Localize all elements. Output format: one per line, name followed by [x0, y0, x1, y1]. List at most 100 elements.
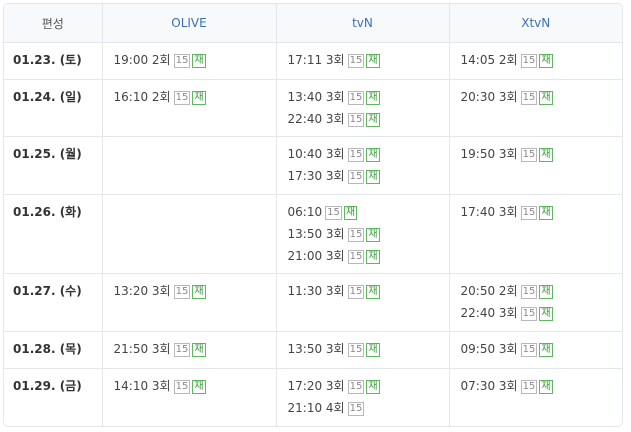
rerun-badge: 재 [366, 170, 380, 184]
row-date: 01.23. (토) [13, 53, 82, 67]
cell-tvn: 11:30 3회 15 재 [275, 273, 449, 332]
rerun-badge: 재 [192, 343, 206, 357]
rerun-badge: 재 [192, 380, 206, 394]
rerun-badge: 재 [539, 307, 553, 321]
air-time: 13:20 3회 [113, 284, 171, 298]
air-time: 16:10 2회 [113, 90, 171, 104]
age-rating-badge: 15 [347, 170, 365, 184]
cell-olive [101, 194, 276, 274]
air-time: 13:40 3회 [287, 90, 345, 104]
broadcast-schedule-table: 편성 OLIVE tvN XtvN 01.23. (토) 19:00 2회 15 재 1… [4, 4, 623, 426]
cell-xtvn: 14:05 2회 15 재 [448, 42, 622, 80]
air-time: 19:50 3회 [460, 147, 518, 161]
cell-olive: 21:50 3회 15 재 [101, 331, 276, 369]
rerun-badge: 재 [192, 54, 206, 68]
schedule-item: 22:40 3회 15 재 [461, 304, 623, 326]
schedule-item: 11:30 3회 15 재 [288, 282, 449, 304]
air-time: 21:00 3회 [287, 249, 345, 263]
air-time: 20:30 3회 [460, 90, 518, 104]
rerun-badge: 재 [539, 54, 553, 68]
rerun-badge: 재 [366, 91, 380, 105]
age-rating-badge: 15 [347, 113, 365, 127]
header-tvn: tvN [275, 4, 449, 43]
air-time: 19:00 2회 [113, 53, 171, 67]
rerun-badge: 재 [539, 343, 553, 357]
rerun-badge: 재 [192, 285, 206, 299]
cell-tvn: 17:11 3회 15 재 [275, 42, 449, 80]
schedule-item: 17:20 3회 15 재 [288, 377, 449, 399]
age-rating-badge: 15 [173, 54, 191, 68]
schedule-item: 20:50 2회 15 재 [461, 282, 623, 304]
cell-tvn: 13:40 3회 15 재 22:40 3회 15 재 [275, 79, 449, 137]
air-time: 21:50 3회 [113, 342, 171, 356]
schedule-item: 17:40 3회 15 재 [461, 203, 623, 225]
rerun-badge: 재 [366, 380, 380, 394]
cell-tvn: 13:50 3회 15 재 [275, 331, 449, 369]
age-rating-badge: 15 [347, 343, 365, 357]
air-time: 17:20 3회 [287, 379, 345, 393]
air-time: 11:30 3회 [287, 284, 345, 298]
table-header-row: 편성 OLIVE tvN XtvN [4, 4, 622, 43]
cell-xtvn: 07:30 3회 15 재 [448, 368, 622, 426]
cell-xtvn: 09:50 3회 15 재 [448, 331, 623, 369]
age-rating-badge: 15 [347, 285, 365, 299]
age-rating-badge: 15 [520, 307, 538, 321]
air-time: 13:50 3회 [287, 342, 345, 356]
schedule-table-container: 편성 OLIVE tvN XtvN 01.23. (토) 19:00 2회 15 재 1… [3, 3, 623, 427]
air-time: 22:40 3회 [287, 112, 345, 126]
rerun-badge: 재 [343, 206, 358, 220]
header-schedule: 편성 [4, 4, 102, 43]
air-time: 07:30 3회 [460, 379, 518, 393]
rerun-badge: 재 [366, 250, 380, 264]
air-time: 14:05 2회 [460, 53, 518, 67]
air-time: 06:10 [287, 205, 323, 219]
age-rating-badge: 15 [347, 54, 365, 68]
age-rating-badge: 15 [347, 402, 365, 416]
rerun-badge: 재 [192, 91, 206, 105]
age-rating-badge: 15 [520, 285, 538, 299]
age-rating-badge: 15 [347, 91, 365, 105]
air-time: 20:50 2회 [460, 284, 518, 298]
air-time: 17:40 3회 [460, 205, 518, 219]
rerun-badge: 재 [539, 91, 553, 105]
schedule-item: 17:11 3회 15 재 [288, 51, 449, 73]
age-rating-badge: 15 [173, 380, 191, 394]
cell-xtvn: 20:30 3회 15 재 [448, 79, 622, 137]
row-date: 01.28. (목) [4, 331, 102, 369]
schedule-item: 19:00 2회 15 재 [114, 51, 276, 73]
cell-xtvn: 17:40 3회 15 재 [448, 194, 623, 274]
age-rating-badge: 15 [173, 343, 191, 357]
table-row: 01.27. (수) 13:20 3회 15 재 11:30 3회 15 재 20:50 2회… [4, 273, 623, 332]
schedule-item: 09:50 3회 15 재 [461, 340, 623, 362]
schedule-item: 06:10 15 재 [288, 203, 449, 225]
cell-olive [101, 136, 276, 195]
air-time: 22:40 3회 [460, 306, 518, 320]
table-row: 01.28. (목) 21:50 3회 15 재 13:50 3회 15 재 09:50 3회… [4, 331, 623, 369]
cell-olive: 19:00 2회 15 재 [101, 42, 276, 80]
rerun-badge: 재 [539, 285, 553, 299]
age-rating-badge: 15 [173, 285, 191, 299]
rerun-badge: 재 [539, 206, 553, 220]
schedule-item: 16:10 2회 15 재 [114, 88, 276, 110]
table-row: 01.24. (일) 16:10 2회 15 재 13:40 3회 15 재 22:40 3회… [4, 79, 622, 137]
header-xtvn: XtvN [448, 4, 622, 43]
schedule-item: 10:40 3회 15 재 [288, 145, 449, 167]
cell-olive: 16:10 2회 15 재 [101, 79, 276, 137]
schedule-item: 13:40 3회 15 재 [288, 88, 449, 110]
schedule-item: 22:40 3회 15 재 [288, 110, 449, 132]
rerun-badge: 재 [539, 148, 553, 162]
schedule-item: 13:50 3회 15 재 [288, 340, 449, 362]
age-rating-badge: 15 [520, 148, 538, 162]
air-time: 14:10 3회 [113, 379, 171, 393]
row-date: 01.29. (금) [4, 368, 102, 426]
air-time: 17:30 3회 [287, 169, 345, 183]
age-rating-badge: 15 [347, 250, 365, 264]
rerun-badge: 재 [366, 113, 380, 127]
row-date: 01.27. (수) [4, 273, 102, 332]
schedule-item: 13:50 3회 15 재 [288, 225, 449, 247]
schedule-item: 13:20 3회 15 재 [114, 282, 276, 304]
table-row: 01.26. (화) 06:10 15 재 13:50 3회 15 재 21:00 3회 15 재… [4, 194, 623, 274]
rerun-badge: 재 [366, 343, 380, 357]
table-row: 01.25. (월) 10:40 3회 15 재 17:30 3회 15 재 19:50 3회… [4, 136, 622, 195]
cell-tvn: 10:40 3회 15 재 17:30 3회 15 재 [275, 136, 449, 195]
